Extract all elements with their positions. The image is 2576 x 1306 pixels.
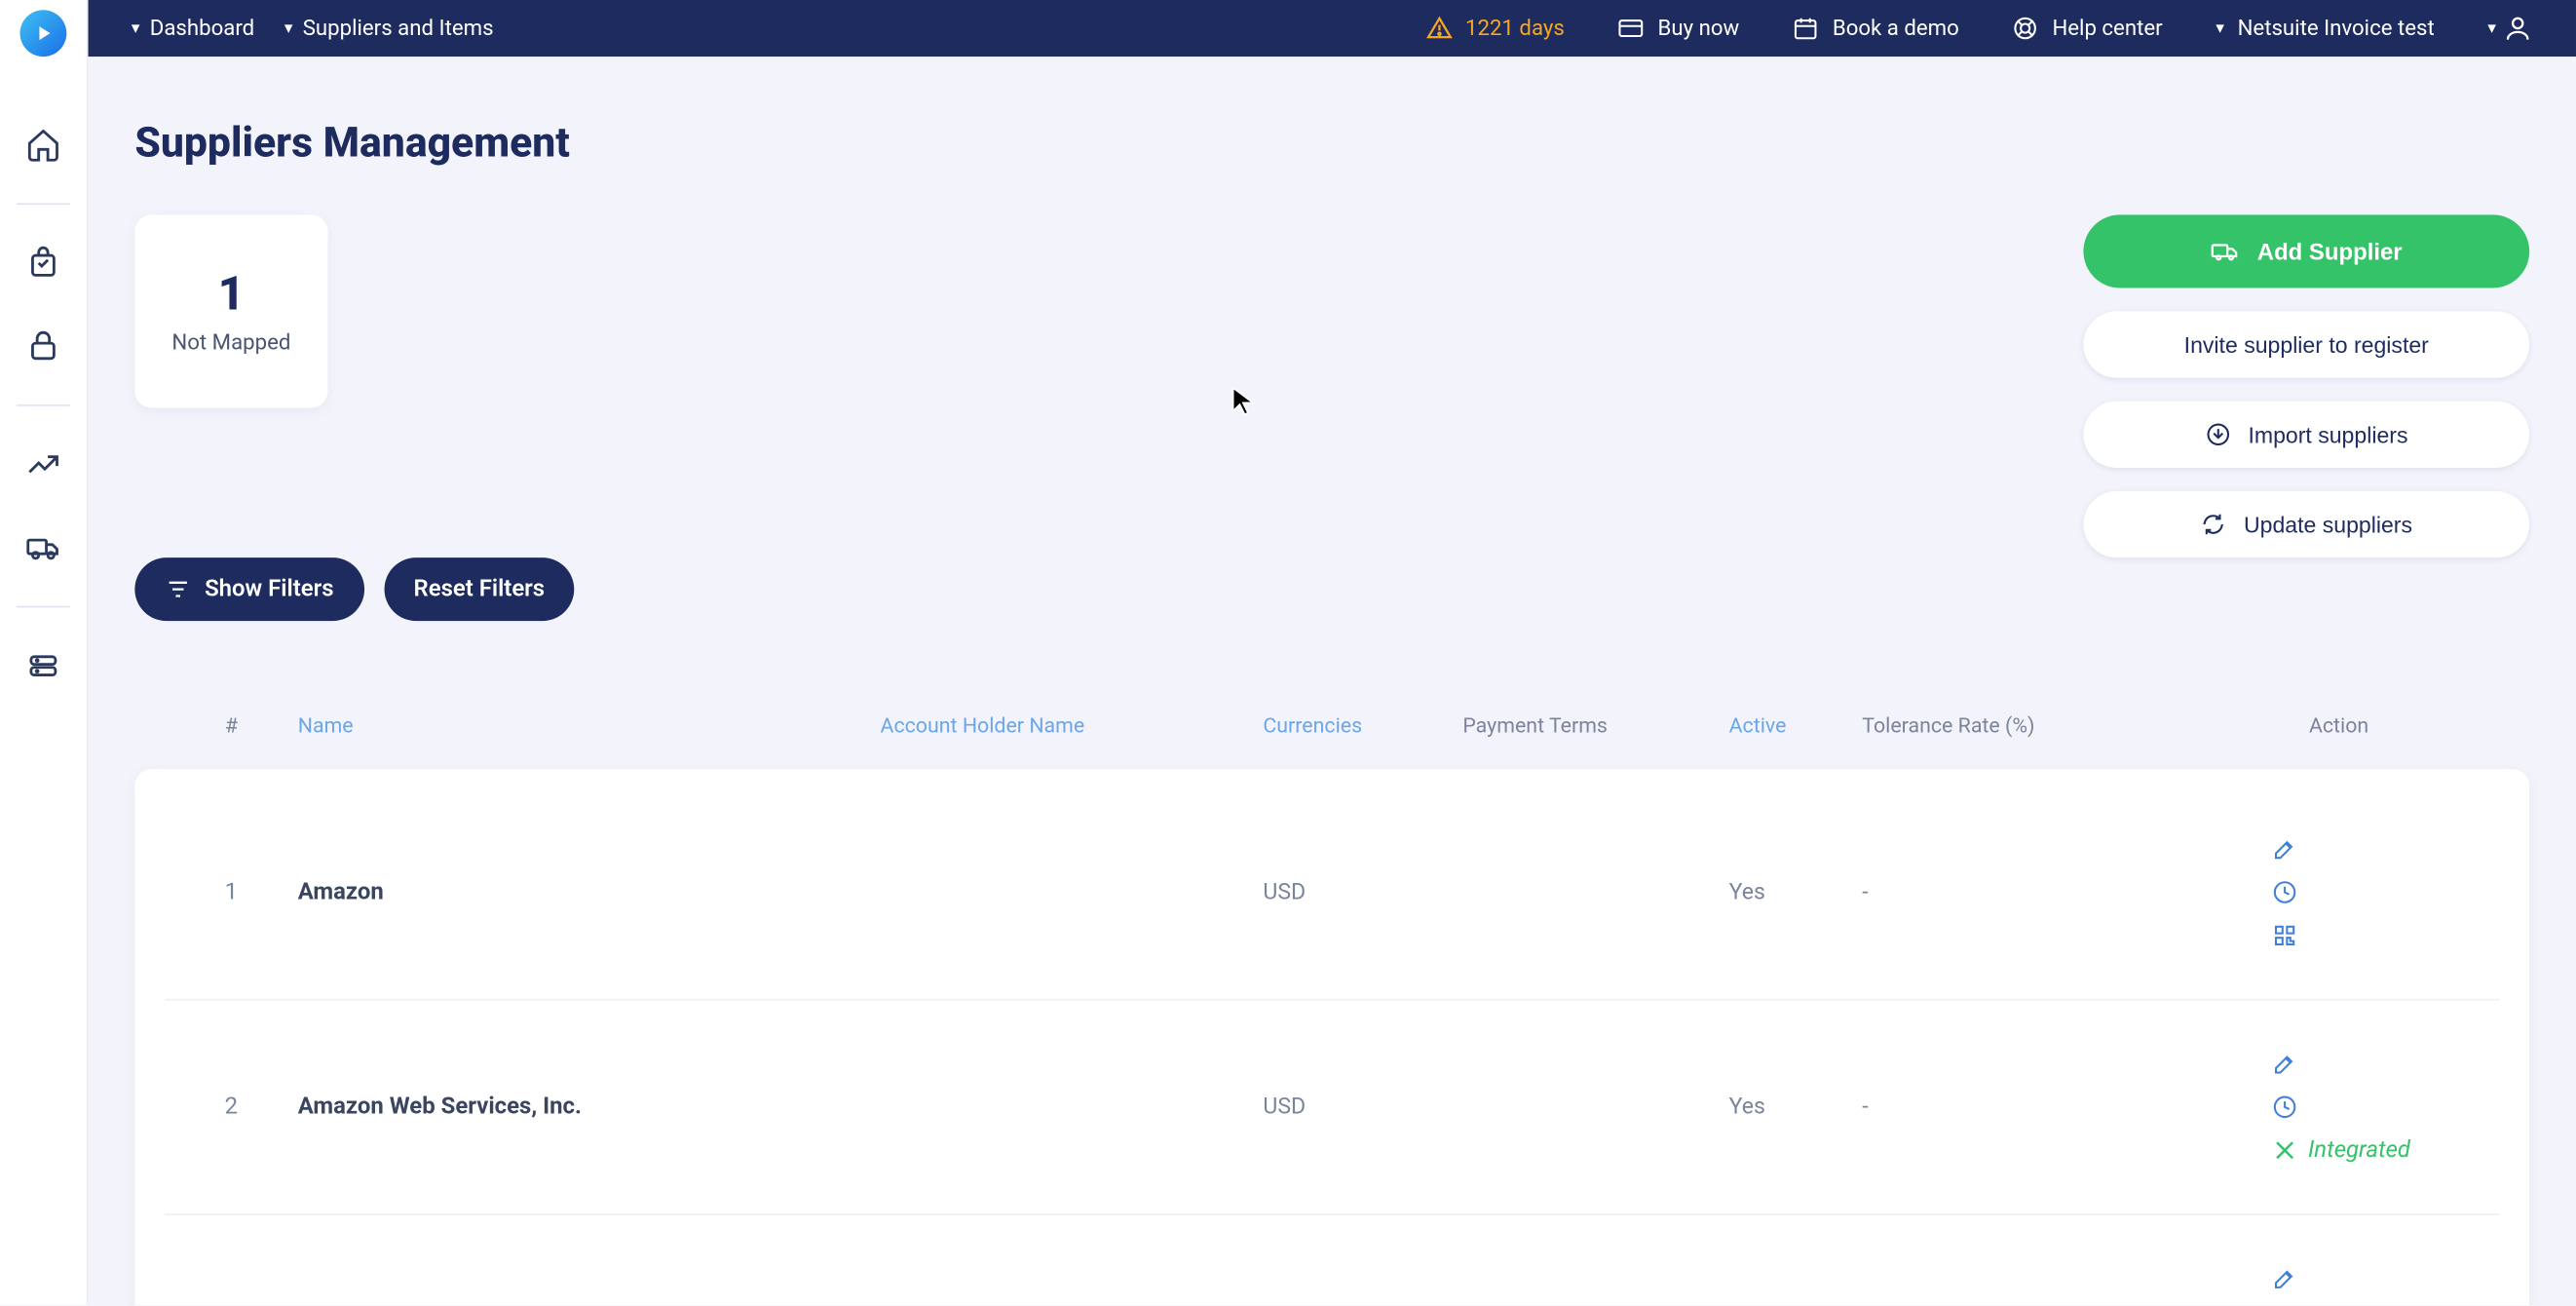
edit-action[interactable] bbox=[2271, 1265, 2297, 1291]
tenant-label: Netsuite Invoice test bbox=[2238, 16, 2435, 41]
filter-icon bbox=[165, 576, 191, 602]
server-icon[interactable] bbox=[25, 647, 62, 684]
bag-icon[interactable] bbox=[25, 245, 62, 282]
calendar-icon bbox=[1793, 15, 1819, 41]
table-body: 1 Amazon USD Yes - 2 Amazon Web Services… bbox=[134, 769, 2529, 1305]
user-icon bbox=[2503, 14, 2533, 44]
table-row: 3 New Vendor 12345 Here EUR Yes - Integr… bbox=[165, 1215, 2499, 1305]
nav-book-demo[interactable]: Book a demo bbox=[1783, 15, 1969, 41]
page-title: Suppliers Management bbox=[134, 120, 2529, 169]
sidebar-divider bbox=[18, 404, 69, 406]
nav-help-center[interactable]: Help center bbox=[2002, 15, 2173, 41]
credit-card-icon bbox=[1617, 15, 1644, 41]
nav-tenant-switcher[interactable]: ▾ Netsuite Invoice test bbox=[2206, 16, 2444, 41]
update-suppliers-button[interactable]: Update suppliers bbox=[2083, 491, 2529, 557]
import-suppliers-button[interactable]: Import suppliers bbox=[2083, 402, 2529, 468]
nav-label: Dashboard bbox=[150, 16, 254, 41]
edit-icon bbox=[2271, 835, 2297, 862]
update-suppliers-label: Update suppliers bbox=[2244, 512, 2412, 537]
row-active: Yes bbox=[1729, 879, 1863, 905]
row-tolerance: - bbox=[1862, 1094, 2178, 1120]
row-index: 1 bbox=[165, 879, 298, 905]
chevron-down-icon: ▾ bbox=[2487, 19, 2496, 38]
nav-buy-now[interactable]: Buy now bbox=[1608, 15, 1749, 41]
reset-filters-label: Reset Filters bbox=[414, 576, 546, 602]
book-demo-label: Book a demo bbox=[1833, 16, 1959, 41]
row-actions: Integrated bbox=[2178, 1051, 2500, 1164]
not-mapped-label: Not Mapped bbox=[171, 331, 290, 357]
add-supplier-label: Add Supplier bbox=[2257, 238, 2403, 264]
page-content: Suppliers Management 1 Not Mapped Add Su… bbox=[89, 57, 2576, 1305]
show-filters-label: Show Filters bbox=[205, 576, 333, 602]
invite-supplier-label: Invite supplier to register bbox=[2184, 332, 2429, 358]
row-name: Amazon Web Services, Inc. bbox=[298, 1094, 881, 1120]
row-name: Amazon bbox=[298, 879, 881, 905]
row-actions: Integrated bbox=[2178, 1265, 2500, 1305]
map-action[interactable] bbox=[2271, 922, 2297, 948]
clock-icon bbox=[2271, 1094, 2297, 1120]
warning-days-label: 1221 days bbox=[1465, 16, 1565, 41]
history-action[interactable] bbox=[2271, 1094, 2297, 1120]
truck-icon[interactable] bbox=[25, 529, 62, 566]
chevron-down-icon: ▾ bbox=[284, 19, 293, 38]
col-name[interactable]: Name bbox=[298, 714, 881, 740]
mouse-cursor-icon bbox=[1231, 386, 1255, 416]
lock-icon[interactable] bbox=[25, 327, 62, 365]
row-currency: USD bbox=[1263, 879, 1462, 905]
row-tolerance: - bbox=[1862, 879, 2178, 905]
sidebar bbox=[0, 0, 89, 1305]
lifebuoy-icon bbox=[2012, 15, 2038, 41]
table-row: 2 Amazon Web Services, Inc. USD Yes - In… bbox=[165, 1001, 2499, 1215]
home-icon[interactable] bbox=[25, 127, 62, 164]
trial-days-warning[interactable]: 1221 days bbox=[1416, 15, 1574, 41]
not-mapped-card[interactable]: 1 Not Mapped bbox=[134, 214, 327, 407]
help-center-label: Help center bbox=[2052, 16, 2162, 41]
show-filters-button[interactable]: Show Filters bbox=[134, 557, 363, 621]
nav-suppliers-items[interactable]: ▾ Suppliers and Items bbox=[275, 16, 504, 41]
integrated-label: Integrated bbox=[2308, 1137, 2410, 1164]
nav-label: Suppliers and Items bbox=[303, 16, 494, 41]
app-logo[interactable] bbox=[19, 10, 66, 57]
col-action: Action bbox=[2178, 714, 2500, 740]
chevron-down-icon: ▾ bbox=[2216, 19, 2224, 38]
table-header: # Name Account Holder Name Currencies Pa… bbox=[134, 714, 2529, 769]
col-active[interactable]: Active bbox=[1729, 714, 1863, 740]
edit-action[interactable] bbox=[2271, 835, 2297, 862]
import-suppliers-label: Import suppliers bbox=[2248, 422, 2407, 447]
col-tolerance: Tolerance Rate (%) bbox=[1862, 714, 2178, 740]
integrated-status[interactable]: Integrated bbox=[2271, 1137, 2410, 1164]
edit-icon bbox=[2271, 1265, 2297, 1291]
row-actions bbox=[2178, 835, 2500, 948]
refresh-icon bbox=[2201, 511, 2227, 537]
buy-now-label: Buy now bbox=[1657, 16, 1739, 41]
nav-user-menu[interactable]: ▾ bbox=[2478, 14, 2543, 44]
row-currency: USD bbox=[1263, 1094, 1462, 1120]
chart-icon[interactable] bbox=[25, 446, 62, 483]
reset-filters-button[interactable]: Reset Filters bbox=[384, 557, 575, 621]
sidebar-divider bbox=[18, 203, 69, 205]
not-mapped-count: 1 bbox=[218, 266, 246, 321]
invite-supplier-button[interactable]: Invite supplier to register bbox=[2083, 311, 2529, 377]
col-hash: # bbox=[165, 714, 298, 740]
col-currencies[interactable]: Currencies bbox=[1263, 714, 1462, 740]
topbar: ▾ Dashboard ▾ Suppliers and Items 1221 d… bbox=[89, 0, 2576, 57]
x-icon bbox=[2271, 1137, 2297, 1164]
import-icon bbox=[2205, 421, 2231, 447]
nav-dashboard[interactable]: ▾ Dashboard bbox=[122, 16, 265, 41]
clock-icon bbox=[2271, 879, 2297, 905]
row-active: Yes bbox=[1729, 1094, 1863, 1120]
qr-icon bbox=[2271, 922, 2297, 948]
row-index: 2 bbox=[165, 1094, 298, 1120]
table-row: 1 Amazon USD Yes - bbox=[165, 786, 2499, 1000]
col-payment-terms: Payment Terms bbox=[1462, 714, 1728, 740]
history-action[interactable] bbox=[2271, 879, 2297, 905]
col-account-holder[interactable]: Account Holder Name bbox=[881, 714, 1264, 740]
sidebar-divider bbox=[18, 606, 69, 608]
edit-icon bbox=[2271, 1051, 2297, 1077]
add-supplier-button[interactable]: Add Supplier bbox=[2083, 214, 2529, 288]
chevron-down-icon: ▾ bbox=[132, 19, 140, 38]
truck-icon bbox=[2211, 237, 2241, 267]
edit-action[interactable] bbox=[2271, 1051, 2297, 1077]
warning-triangle-icon bbox=[1425, 15, 1452, 41]
